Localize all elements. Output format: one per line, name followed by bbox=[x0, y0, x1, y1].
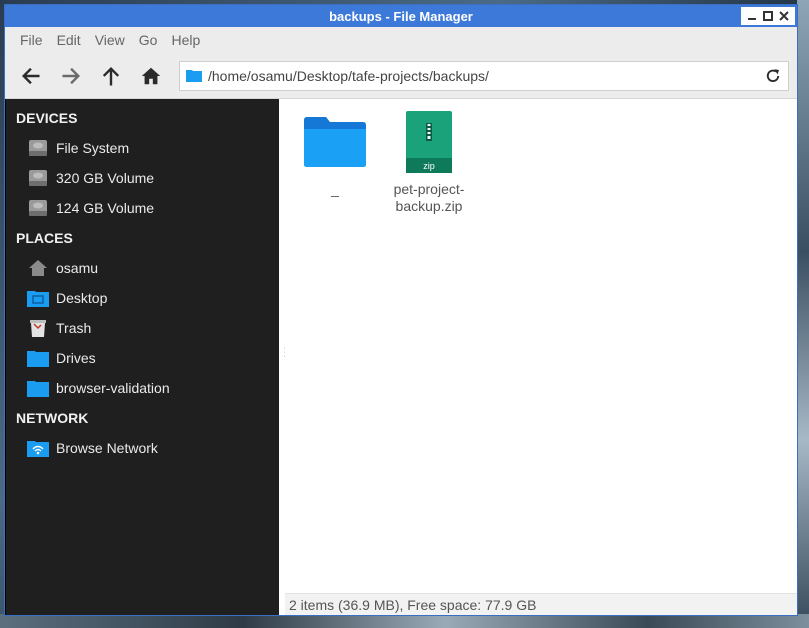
folder-icon bbox=[303, 109, 367, 175]
sidebar-item-browser-validation[interactable]: browser-validation bbox=[6, 373, 279, 403]
sidebar-item-osamu[interactable]: osamu bbox=[6, 253, 279, 283]
status-text: 2 items (36.9 MB), Free space: 77.9 GB bbox=[289, 596, 537, 613]
maximize-icon bbox=[763, 11, 773, 21]
desktop-background-strip bbox=[0, 614, 809, 628]
minimize-button[interactable] bbox=[745, 9, 759, 23]
menu-edit[interactable]: Edit bbox=[50, 32, 88, 48]
path-input[interactable]: /home/osamu/Desktop/tafe-projects/backup… bbox=[208, 68, 764, 84]
menu-file[interactable]: File bbox=[13, 32, 50, 48]
file-name: pet-project-backup.zip bbox=[393, 181, 465, 214]
title-bar[interactable]: backups - File Manager bbox=[5, 5, 797, 27]
sidebar-item-label: 320 GB Volume bbox=[56, 170, 155, 186]
sidebar-item-label: Trash bbox=[56, 320, 92, 336]
reload-icon[interactable] bbox=[764, 67, 782, 85]
toolbar: /home/osamu/Desktop/tafe-projects/backup… bbox=[5, 53, 797, 99]
window-controls bbox=[741, 7, 795, 25]
desktop-background bbox=[797, 0, 809, 628]
sidebar: DEVICES File System 320 GB Volume 124 GB… bbox=[5, 99, 279, 615]
status-bar: 2 items (36.9 MB), Free space: 77.9 GB bbox=[285, 593, 797, 615]
sidebar-item-label: browser-validation bbox=[56, 380, 170, 396]
file-view: _ zip pet-project-backup.zip 2 items (36… bbox=[285, 99, 797, 615]
folder-icon bbox=[26, 377, 50, 399]
sidebar-item-label: Drives bbox=[56, 350, 96, 366]
arrow-up-icon bbox=[102, 66, 120, 85]
desktop-folder-icon bbox=[26, 287, 50, 309]
menu-view[interactable]: View bbox=[88, 32, 132, 48]
drive-icon bbox=[26, 137, 50, 159]
sidebar-item-desktop[interactable]: Desktop bbox=[6, 283, 279, 313]
trash-icon bbox=[26, 317, 50, 339]
home-icon bbox=[141, 67, 161, 84]
file-item-folder[interactable]: _ bbox=[295, 109, 375, 215]
file-name: _ bbox=[331, 181, 339, 197]
sidebar-item-label: File System bbox=[56, 140, 130, 156]
arrow-right-icon bbox=[62, 67, 81, 84]
window-title: backups - File Manager bbox=[329, 8, 473, 24]
network-folder-icon bbox=[26, 437, 50, 459]
up-button[interactable] bbox=[93, 59, 129, 93]
network-heading: NETWORK bbox=[16, 410, 89, 426]
home-button[interactable] bbox=[133, 59, 169, 93]
arrow-left-icon bbox=[21, 67, 40, 84]
folder-icon bbox=[186, 70, 202, 82]
drives-folder-icon bbox=[26, 347, 50, 369]
back-button[interactable] bbox=[13, 59, 49, 93]
sidebar-item-trash[interactable]: Trash bbox=[6, 313, 279, 343]
menu-go[interactable]: Go bbox=[132, 32, 165, 48]
zip-badge: zip bbox=[423, 161, 435, 171]
drive-icon bbox=[26, 197, 50, 219]
file-manager-window: backups - File Manager File Edit View Go… bbox=[4, 4, 798, 616]
sidebar-item-label: 124 GB Volume bbox=[56, 200, 155, 216]
maximize-button[interactable] bbox=[761, 9, 775, 23]
sidebar-item-320gb-volume[interactable]: 320 GB Volume bbox=[6, 163, 279, 193]
minimize-icon bbox=[748, 18, 756, 20]
sidebar-item-124gb-volume[interactable]: 124 GB Volume bbox=[6, 193, 279, 223]
file-item-zip[interactable]: zip pet-project-backup.zip bbox=[389, 109, 469, 215]
close-icon bbox=[779, 11, 789, 21]
forward-button[interactable] bbox=[53, 59, 89, 93]
menu-bar: File Edit View Go Help bbox=[5, 27, 797, 53]
sidebar-item-label: Desktop bbox=[56, 290, 108, 306]
menu-help[interactable]: Help bbox=[164, 32, 207, 48]
file-grid: _ zip pet-project-backup.zip bbox=[295, 109, 469, 215]
places-heading: PLACES bbox=[16, 230, 73, 246]
zip-icon: zip bbox=[397, 109, 461, 175]
main-area: DEVICES File System 320 GB Volume 124 GB… bbox=[5, 99, 797, 615]
location-bar[interactable]: /home/osamu/Desktop/tafe-projects/backup… bbox=[179, 60, 789, 91]
devices-heading: DEVICES bbox=[16, 110, 78, 126]
sidebar-item-drives[interactable]: Drives bbox=[6, 343, 279, 373]
sidebar-item-label: Browse Network bbox=[56, 440, 158, 456]
sidebar-item-browse-network[interactable]: Browse Network bbox=[6, 433, 279, 463]
sidebar-item-label: osamu bbox=[56, 260, 99, 276]
close-button[interactable] bbox=[777, 9, 791, 23]
home-icon bbox=[26, 257, 50, 279]
drive-icon bbox=[26, 167, 50, 189]
sidebar-item-file-system[interactable]: File System bbox=[6, 133, 279, 163]
